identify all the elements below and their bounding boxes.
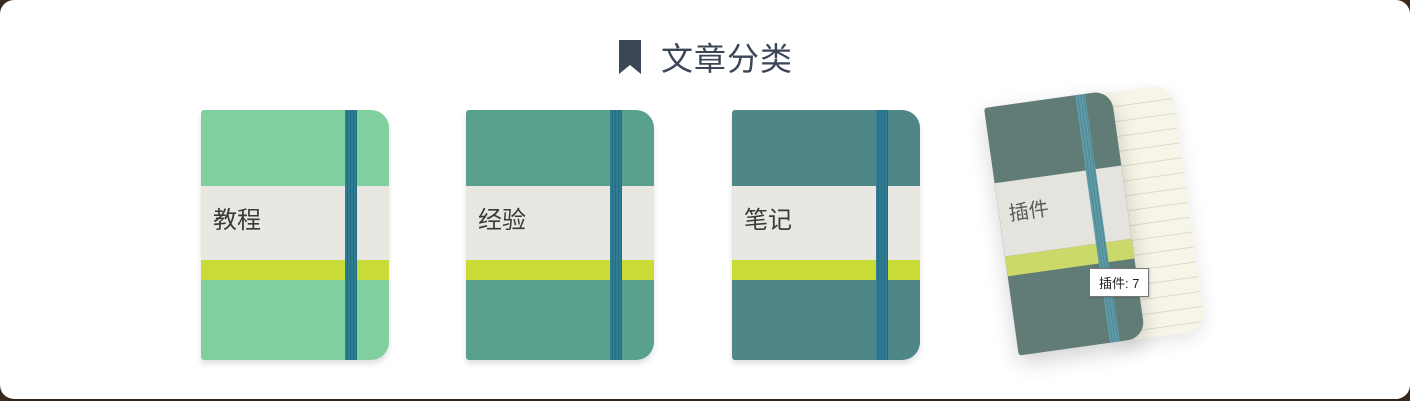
category-notebook-notes[interactable]: 笔记 — [732, 110, 920, 360]
category-notebook-experience[interactable]: 经验 — [466, 110, 654, 360]
notebook-label: 经验 — [466, 186, 654, 260]
notebook-label-text: 笔记 — [744, 206, 792, 234]
category-notebook-plugins[interactable]: 插件 — [978, 84, 1208, 374]
notebook-elastic-band — [345, 110, 357, 360]
notebook-label-text: 插件 — [1007, 196, 1051, 226]
notebook-stripe — [732, 260, 920, 280]
notebook-label-text: 教程 — [213, 206, 261, 234]
category-notebook-tutorial[interactable]: 教程 — [201, 110, 389, 360]
notebook-elastic-band — [876, 110, 888, 360]
categories-panel: 文章分类 教程 经验 笔记 插件 插件: 7 — [0, 0, 1410, 399]
notebook-stripe — [201, 260, 389, 280]
notebook-label: 教程 — [201, 186, 389, 260]
section-header: 文章分类 — [0, 34, 1410, 80]
notebook-label: 笔记 — [732, 186, 920, 260]
notebook-stripe — [466, 260, 654, 280]
section-title: 文章分类 — [660, 40, 793, 78]
notebook-label-text: 经验 — [478, 206, 526, 234]
count-tooltip: 插件: 7 — [1089, 268, 1150, 297]
notebook-elastic-band — [610, 110, 622, 360]
bookmark-icon — [617, 40, 643, 74]
